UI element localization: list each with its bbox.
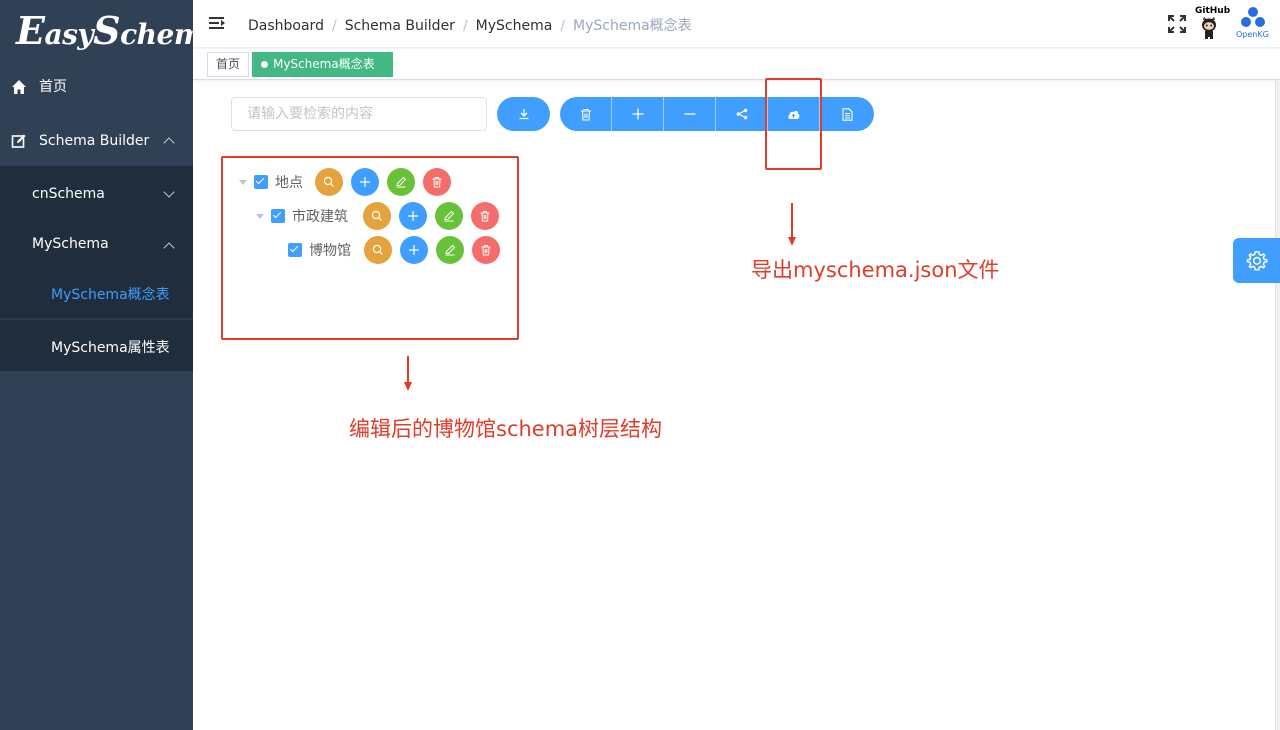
sidebar-item-label: 首页 (39, 79, 67, 95)
annotation-arrow-head (404, 382, 412, 391)
download-button[interactable] (497, 97, 550, 131)
sidebar-item-label: cnSchema (32, 186, 105, 202)
add-button[interactable] (612, 97, 664, 131)
navbar: Dashboard / Schema Builder / MySchema / MySche… (193, 0, 1280, 48)
share-icon (736, 108, 747, 120)
tag-label: MySchema概念表 (273, 57, 375, 71)
delete-icon (580, 108, 591, 121)
action-button-group (560, 97, 874, 131)
breadcrumb-myschema[interactable]: MySchema (476, 18, 553, 34)
breadcrumb-schema-builder[interactable]: Schema Builder (345, 18, 455, 34)
annotation-arrow-head (788, 237, 796, 246)
tag-close-icon[interactable]: × (281, 83, 289, 94)
openkg-label: OpenKG (1236, 30, 1269, 39)
chevron-down-icon (163, 186, 175, 198)
tags-view: 首页 MySchema概念表 × (193, 49, 1280, 94)
download-icon (519, 109, 528, 120)
annotation-arrow (407, 356, 409, 382)
minus-icon (684, 113, 695, 115)
logo[interactable]: EasySchema (16, 8, 221, 53)
settings-button[interactable] (1233, 238, 1280, 283)
fullscreen-icon[interactable] (1168, 15, 1186, 33)
remove-button[interactable] (664, 97, 716, 131)
sidebar-item-home[interactable]: 首页 (0, 76, 193, 96)
sidebar-item-myschema[interactable]: MySchema (0, 236, 193, 256)
sidebar-item-label: MySchema属性表 (51, 340, 170, 356)
document-icon (841, 107, 853, 121)
scrollbar[interactable] (1275, 80, 1280, 730)
gear-icon (1246, 250, 1267, 271)
edit-square-icon (11, 134, 26, 148)
sidebar-item-concept-table[interactable]: MySchema概念表 (0, 266, 193, 318)
tag-home[interactable]: 首页 (207, 52, 250, 77)
chevron-up-icon (163, 137, 175, 149)
sidebar-item-label: MySchema概念表 (51, 287, 170, 303)
openkg-link[interactable]: OpenKG (1235, 6, 1271, 42)
annotation-box-export (765, 78, 822, 170)
annotation-arrow (791, 203, 793, 237)
sidebar-item-label: MySchema (32, 236, 109, 252)
breadcrumb-current: MySchema概念表 (573, 18, 692, 34)
sidebar-item-property-table[interactable]: MySchema属性表 (0, 320, 193, 371)
sidebar: EasySchema 首页 Schema Builder cnSchema My… (0, 0, 221, 730)
chevron-up-icon (163, 242, 175, 254)
sidebar-item-schema-builder[interactable]: Schema Builder (0, 131, 193, 151)
github-label: GitHub (1195, 6, 1231, 16)
tag-concept-table[interactable]: MySchema概念表 × (252, 52, 393, 94)
hamburger-icon[interactable] (209, 17, 225, 30)
breadcrumb-dashboard[interactable]: Dashboard (248, 18, 324, 34)
home-icon (12, 80, 26, 94)
annotation-export-text: 导出myschema.json文件 (751, 258, 1000, 282)
sidebar-item-cnschema[interactable]: cnSchema (0, 186, 193, 206)
document-button[interactable] (820, 97, 874, 131)
delete-button[interactable] (560, 97, 612, 131)
github-link[interactable]: GitHub (1194, 6, 1230, 42)
share-button[interactable] (716, 97, 768, 131)
tag-label: 首页 (216, 57, 241, 71)
breadcrumb: Dashboard / Schema Builder / MySchema / MySche… (248, 18, 692, 34)
plus-icon (632, 108, 643, 120)
sidebar-item-label: Schema Builder (39, 133, 150, 149)
openkg-logo-icon (1241, 7, 1265, 27)
annotation-box-tree (221, 156, 519, 340)
search-input[interactable]: 请输入要检索的内容 (231, 97, 487, 131)
annotation-tree-text: 编辑后的博物馆schema树层结构 (349, 417, 663, 441)
octocat-icon (1202, 17, 1216, 39)
